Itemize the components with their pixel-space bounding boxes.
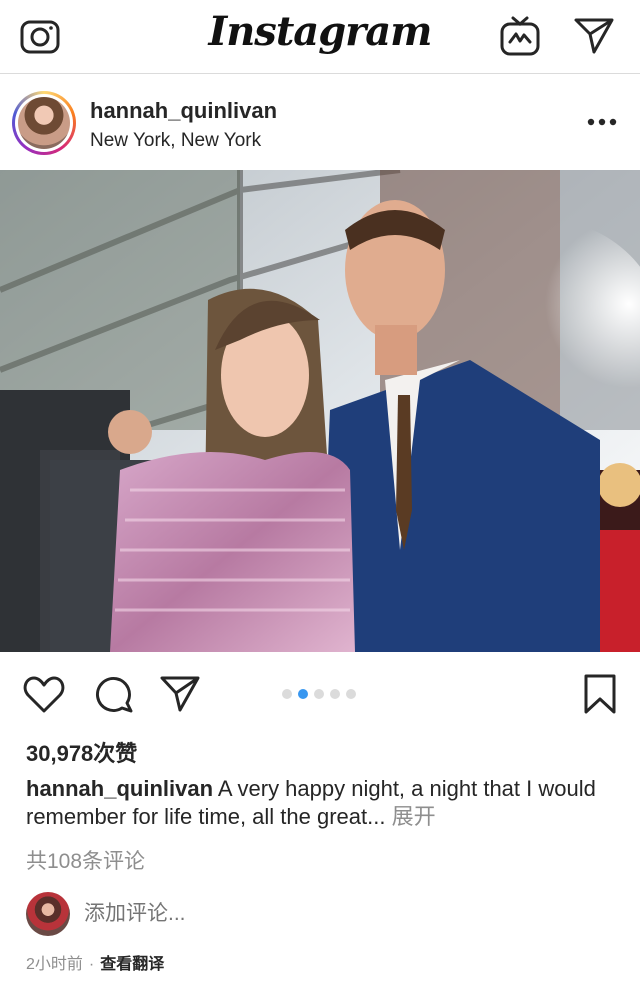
like-button[interactable] [22, 672, 66, 716]
comment-button[interactable] [92, 672, 136, 716]
post-meta: 2小时前 · 查看翻译 [26, 950, 164, 974]
avatar [18, 97, 70, 149]
bookmark-icon [584, 674, 616, 714]
app-logo: Instagram [208, 8, 433, 55]
comment-icon [96, 677, 133, 713]
caption-expand-link[interactable]: 展开 [392, 804, 436, 829]
meta-separator: · [88, 956, 95, 973]
view-comments-link[interactable]: 共108条评论 [26, 845, 145, 875]
direct-message-button[interactable] [570, 12, 618, 60]
carousel-dot-active [298, 689, 308, 699]
heart-icon [23, 676, 65, 713]
post-caption: hannah_quinlivan A very happy night, a n… [26, 775, 622, 831]
post-timestamp: 2小时前 [26, 956, 83, 973]
add-comment-row [26, 892, 616, 936]
top-bar: Instagram [0, 0, 640, 74]
save-button[interactable] [578, 672, 622, 716]
post-actions [0, 652, 640, 732]
photo-illustration [0, 170, 640, 652]
post-photo[interactable] [0, 170, 640, 652]
add-comment-input[interactable] [84, 902, 484, 926]
post-location[interactable]: New York, New York [90, 130, 261, 152]
caption-username[interactable]: hannah_quinlivan [26, 776, 213, 801]
more-options-button[interactable] [582, 110, 622, 134]
carousel-dot [282, 689, 292, 699]
current-user-avatar [26, 892, 70, 936]
paper-plane-icon [160, 676, 200, 712]
carousel-dot [330, 689, 340, 699]
like-count[interactable]: 30,978次赞 [26, 736, 137, 768]
more-icon [587, 118, 617, 126]
post-header: hannah_quinlivan New York, New York [0, 74, 640, 170]
see-translation-link[interactable]: 查看翻译 [100, 956, 164, 973]
share-button[interactable] [158, 672, 202, 716]
carousel-dot [346, 689, 356, 699]
avatar-frame [15, 94, 73, 152]
igtv-icon [500, 16, 540, 56]
paper-plane-icon [574, 18, 614, 54]
post-username[interactable]: hannah_quinlivan [90, 98, 277, 124]
carousel-dot [314, 689, 324, 699]
carousel-indicator [282, 689, 356, 699]
igtv-button[interactable] [496, 12, 544, 60]
story-ring[interactable] [12, 91, 76, 155]
